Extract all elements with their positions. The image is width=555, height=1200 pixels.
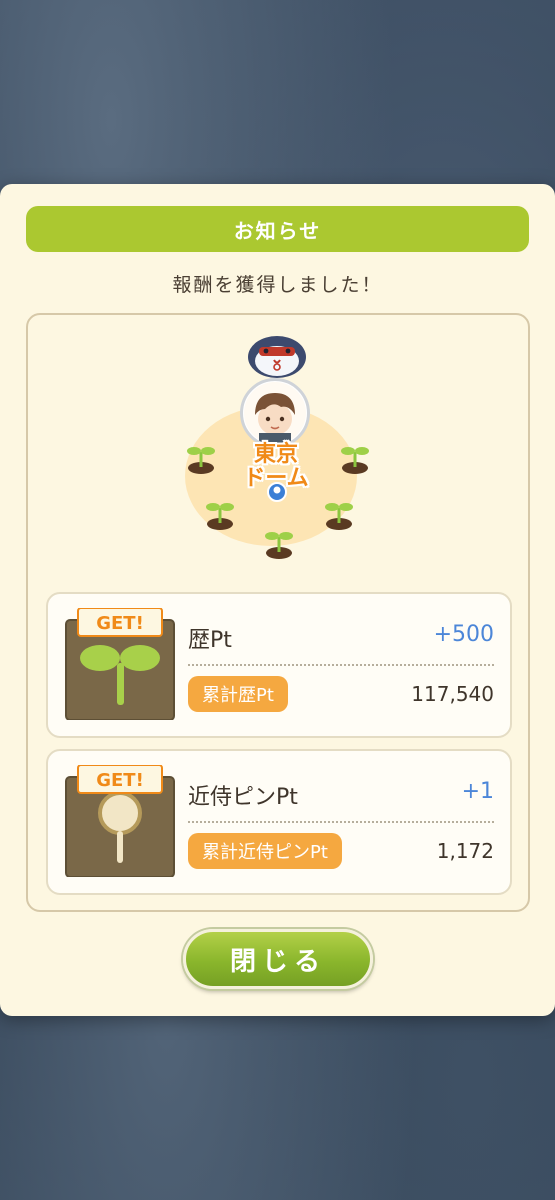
dotted-divider	[188, 821, 494, 823]
reward-card: GET! 歴Pt +500 累計歴Pt 117,540	[46, 592, 512, 738]
reward-dialog: お知らせ 報酬を獲得しました！ 東京 ドーム GET! 歴Pt +500 累計歴…	[0, 184, 555, 1016]
bird-mascot-icon	[248, 336, 306, 378]
sprout-icon: GET!	[65, 608, 175, 720]
dotted-divider	[188, 664, 494, 666]
reward-message: 報酬を獲得しました！	[172, 274, 383, 296]
character-avatar	[240, 378, 310, 448]
get-badge: GET!	[96, 613, 144, 634]
get-badge: GET!	[96, 770, 144, 791]
total-value: 1,172	[436, 839, 494, 863]
dialog-title: お知らせ	[26, 206, 529, 252]
sprout-icon	[325, 503, 353, 530]
map-illustration: 東京 ドーム	[28, 315, 528, 575]
sprout-icon	[265, 532, 293, 559]
total-label-badge: 累計近侍ピンPt	[188, 833, 342, 869]
reward-name: 歴Pt	[188, 628, 232, 653]
magnifier-pin-icon: GET!	[65, 765, 175, 877]
reward-card: GET! 近侍ピンPt +1 累計近侍ピンPt 1,172	[46, 749, 512, 895]
total-label-badge: 累計歴Pt	[188, 676, 288, 712]
reward-delta: +1	[461, 779, 494, 804]
reward-panel: 東京 ドーム GET! 歴Pt +500 累計歴Pt 117,540 GET! …	[26, 313, 530, 912]
sprout-icon	[206, 503, 234, 530]
location-pin-icon	[267, 482, 287, 502]
reward-name: 近侍ピンPt	[188, 785, 298, 810]
close-button[interactable]: 閉じる	[183, 929, 373, 989]
reward-delta: +500	[433, 622, 494, 647]
total-value: 117,540	[411, 682, 494, 706]
